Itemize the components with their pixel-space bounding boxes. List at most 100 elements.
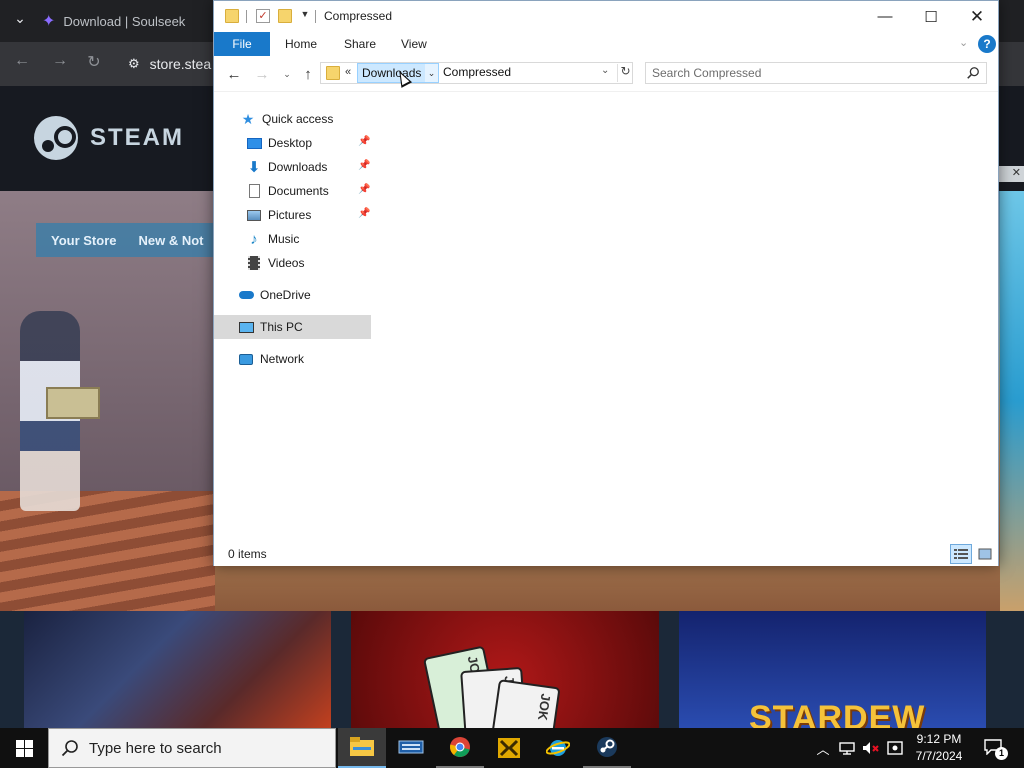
nav-item-this-pc[interactable]: This PC [214,315,371,339]
star-icon: ★ [241,110,255,127]
taskbar-archive-app-icon[interactable] [485,728,533,768]
file-explorer-window[interactable]: ✓ ▼ Compressed — ☐ ✕ File Home Share Vie… [213,0,999,566]
breadcrumb-chevron-icon[interactable]: ⌄ [425,63,439,83]
status-bar: 0 items [214,542,998,566]
nav-item-label: OneDrive [260,288,311,302]
system-clock[interactable]: 9:12 PM 7/7/2024 [904,731,974,765]
display-settings-icon[interactable] [884,728,906,768]
pin-icon[interactable]: 📌 [358,184,370,195]
video-film-icon [246,255,262,271]
pin-icon[interactable]: 📌 [358,160,370,171]
new-folder-icon[interactable] [278,9,292,23]
taskbar-file-explorer-icon[interactable] [338,728,386,768]
item-count: 0 items [228,547,267,561]
notification-center-icon[interactable]: 1 [980,736,1008,760]
browser-back-icon[interactable]: ← [10,52,34,70]
game-capsule-1[interactable] [24,611,331,728]
maximize-icon[interactable]: ☐ [908,1,954,32]
properties-icon[interactable]: ✓ [256,9,270,23]
address-bar[interactable]: « Downloads ⌄ Compressed ⌄ ↻ [320,62,633,84]
browser-tab-title: Download | Soulseek [63,13,186,29]
document-icon [246,183,262,199]
network-status-icon[interactable] [836,728,858,768]
clock-time: 9:12 PM [916,732,962,746]
taskbar-chrome-icon[interactable] [436,728,484,768]
tab-file[interactable]: File [214,32,270,56]
nav-item-quick-access[interactable]: ★ Quick access [214,107,371,131]
search-icon[interactable] [966,66,980,80]
nav-item-label: Network [260,352,305,366]
desktop-icon [246,135,262,151]
nav-item-network[interactable]: Network [214,347,371,371]
show-hidden-icons-chevron-icon[interactable]: ︿ [812,728,834,768]
windows-start-icon[interactable] [0,728,48,768]
game-capsule-2[interactable]: JOKER JOK JOK [351,611,659,728]
back-arrow-icon[interactable]: ← [223,64,245,84]
browser-tab[interactable]: ✦ Download | Soulseek [42,6,242,36]
stardew-logo: STARDEW [749,699,926,728]
taskbar: Type here to search ︿ 9:12 PM 7/7/2024 1 [0,728,1024,768]
refresh-icon[interactable]: ↻ [617,64,633,82]
notification-count-badge: 1 [995,747,1008,760]
title-bar[interactable]: ✓ ▼ Compressed — ☐ ✕ [214,1,998,32]
hero-package-illustration [46,387,100,419]
taskbar-steam-icon[interactable] [583,728,631,768]
download-arrow-icon: ⬇ [247,159,261,176]
nav-item-onedrive[interactable]: OneDrive [214,283,371,307]
breadcrumb-compressed[interactable]: Compressed [443,65,511,79]
taskbar-internet-explorer-icon[interactable] [534,728,582,768]
nav-item-label: Music [268,232,300,246]
expand-ribbon-chevron-icon[interactable]: ⌄ [959,36,968,49]
nav-item-label: Videos [268,256,305,270]
tab-share[interactable]: Share [344,32,376,56]
tab-search-chevron-icon[interactable]: ⌄ [10,10,30,27]
nav-item-music[interactable]: ♪ Music [214,227,371,251]
breadcrumb-downloads[interactable]: Downloads [357,63,427,83]
browser-reload-icon[interactable]: ↻ [82,52,106,72]
taskbar-keyboard-app-icon[interactable] [387,728,435,768]
nav-item-label: Quick access [262,112,334,126]
nav-item-label: Pictures [268,208,312,222]
pin-icon[interactable]: 📌 [358,136,370,147]
nav-item-desktop[interactable]: Desktop 📌 [214,131,371,155]
hero-side-art [1000,191,1024,611]
nav-item-downloads[interactable]: ⬇ Downloads 📌 [214,155,371,179]
nav-item-label: Downloads [268,160,328,174]
volume-muted-icon[interactable] [860,728,882,768]
help-icon[interactable]: ? [978,35,996,53]
ribbon-tabs: File Home Share View ⌄ ? [214,32,998,56]
recent-locations-chevron-icon[interactable]: ⌄ [276,64,298,84]
browser-forward-icon[interactable]: → [48,52,72,70]
site-settings-icon[interactable]: ⚙ [128,56,140,72]
nav-item-videos[interactable]: Videos [214,251,371,275]
nav-item-documents[interactable]: Documents 📌 [214,179,371,203]
search-box[interactable] [645,62,987,84]
pin-icon[interactable]: 📌 [358,208,370,219]
game-capsule-3[interactable]: STARDEW [679,611,986,728]
steam-wordmark: STEAM [90,124,184,151]
customize-toolbar-chevron-icon[interactable]: ▼ [300,9,310,19]
search-icon [61,740,78,757]
browser-url-text: store.stea [149,56,212,72]
forward-arrow-icon[interactable]: → [251,64,273,84]
large-icons-view-icon[interactable] [974,544,996,564]
computer-monitor-icon [238,319,254,335]
up-arrow-icon[interactable]: ↑ [297,64,319,84]
breadcrumb-overflow[interactable]: « [345,66,351,78]
taskbar-search-box[interactable]: Type here to search [48,728,336,768]
steam-nav-your-store[interactable]: Your Store [51,233,117,248]
clock-date: 7/7/2024 [915,749,963,763]
close-icon[interactable]: ✕ [954,1,1000,32]
details-view-icon[interactable] [950,544,972,564]
steam-logo[interactable]: STEAM [34,116,184,160]
search-input[interactable] [652,65,952,81]
ad-close-icon[interactable]: ✕ [998,166,1024,182]
taskbar-search-placeholder: Type here to search [89,739,222,757]
tab-home[interactable]: Home [285,32,317,56]
address-history-chevron-icon[interactable]: ⌄ [601,65,609,76]
file-list-area[interactable] [384,93,998,533]
nav-item-pictures[interactable]: Pictures 📌 [214,203,371,227]
steam-nav-new-noteworthy[interactable]: New & Not [139,233,204,248]
tab-view[interactable]: View [401,32,427,56]
minimize-icon[interactable]: — [862,1,908,32]
